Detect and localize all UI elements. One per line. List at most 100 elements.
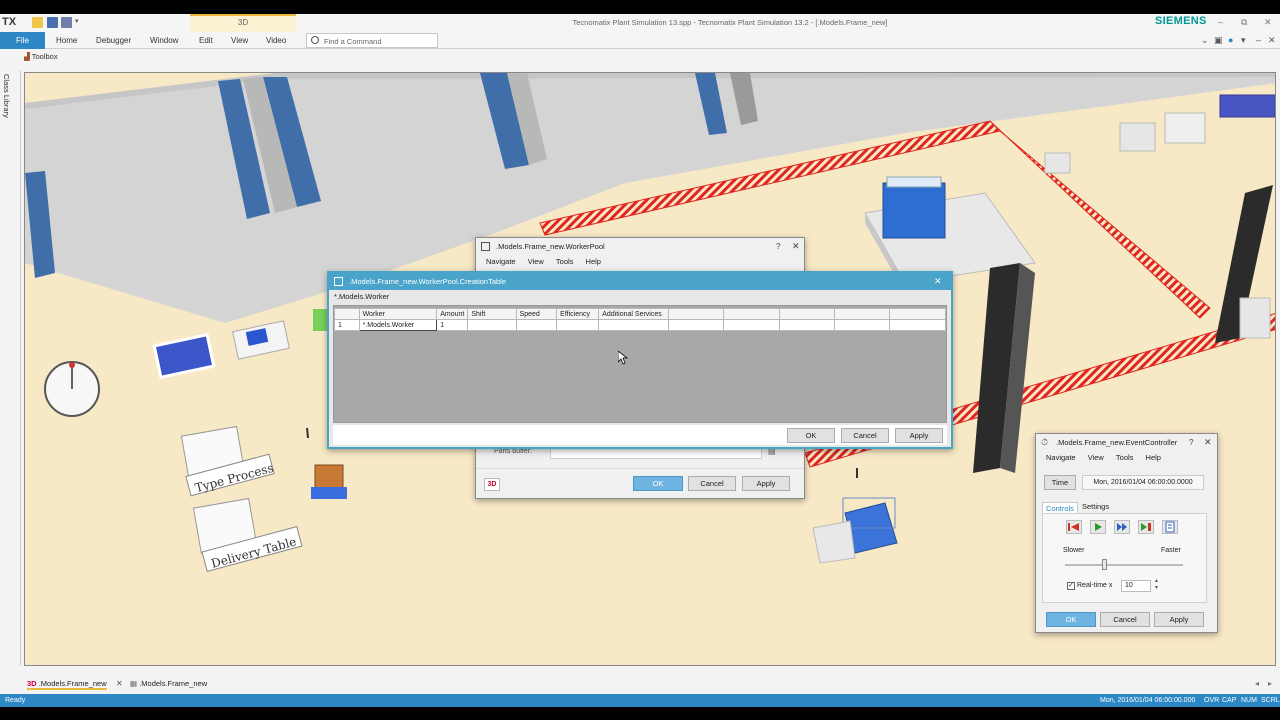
ok-button[interactable]: OK — [1046, 612, 1096, 627]
table-path-field[interactable]: *.Models.Worker — [334, 292, 389, 301]
ok-button[interactable]: OK — [787, 428, 835, 443]
column-header[interactable]: Efficiency — [556, 308, 600, 320]
badge-3d[interactable]: 3D — [484, 478, 500, 491]
creation-table-grid[interactable]: Worker Amount Shift Speed Efficiency Add… — [333, 305, 947, 423]
ribbon-collapse-icon[interactable]: ⌄ — [1201, 35, 1209, 46]
table-cell-efficiency[interactable] — [556, 319, 600, 331]
row-number[interactable]: 1 — [334, 319, 360, 331]
table-cell-worker[interactable]: *.Models.Worker — [358, 319, 438, 331]
menu-view[interactable]: View — [1088, 451, 1104, 465]
help-icon[interactable]: ● — [1228, 35, 1233, 45]
apply-button[interactable]: Apply — [742, 476, 790, 491]
reset-button[interactable] — [1066, 520, 1082, 534]
minimize-icon[interactable]: – — [1218, 17, 1223, 27]
menu-help[interactable]: Help — [586, 255, 601, 269]
column-header[interactable]: Additional Services — [598, 308, 669, 320]
table-cell[interactable] — [667, 319, 725, 331]
tab-edit[interactable]: Edit — [199, 36, 213, 45]
doc-tab-2d[interactable]: ▦ .Models.Frame_new — [130, 678, 207, 690]
open-folder-icon[interactable] — [32, 17, 43, 28]
title-bar: TX ▾ 3D Tecnomatix Plant Simulation 13.s… — [0, 14, 1280, 32]
spinner-icon[interactable]: ▴ ▾ — [1155, 578, 1158, 592]
cancel-button[interactable]: Cancel — [1100, 612, 1150, 627]
column-header[interactable]: Amount — [436, 308, 469, 320]
column-header[interactable] — [667, 308, 725, 320]
menu-tools[interactable]: Tools — [556, 255, 574, 269]
toolbox-button[interactable]: ▟ Toolbox — [24, 52, 58, 68]
cancel-button[interactable]: Cancel — [841, 428, 889, 443]
context-tab-3d[interactable]: 3D — [190, 14, 296, 32]
column-header[interactable] — [778, 308, 836, 320]
table-cell-additional-services[interactable] — [598, 319, 669, 331]
tab-file[interactable]: File — [0, 32, 45, 49]
close-icon[interactable]: ✕ — [1264, 17, 1272, 28]
table-cell-shift[interactable] — [467, 319, 517, 331]
tab-window[interactable]: Window — [150, 36, 178, 45]
table-cell-amount[interactable]: 1 — [436, 319, 469, 331]
column-header[interactable] — [723, 308, 780, 320]
close-icon[interactable]: ✕ — [934, 273, 942, 290]
step-button[interactable] — [1138, 520, 1154, 534]
apply-button[interactable]: Apply — [895, 428, 943, 443]
close-icon[interactable]: ✕ — [116, 679, 123, 688]
column-header[interactable]: Worker — [358, 308, 438, 320]
cancel-button[interactable]: Cancel — [688, 476, 736, 491]
tab-view[interactable]: View — [231, 36, 248, 45]
doc-minimize-icon[interactable]: – — [1256, 35, 1261, 45]
creation-table-title-bar[interactable]: .Models.Frame_new.WorkerPool.CreationTab… — [329, 273, 951, 290]
doc-close-icon[interactable]: ✕ — [1268, 35, 1276, 46]
tab-settings[interactable]: Settings — [1082, 502, 1109, 511]
faster-label: Faster — [1161, 547, 1181, 554]
doc-tab-3d[interactable]: 3D .Models.Frame_new — [27, 678, 107, 690]
quick-access-dropdown-icon[interactable]: ▾ — [75, 17, 79, 25]
restore-icon[interactable]: ⧉ — [1241, 17, 1247, 28]
speed-slider-thumb[interactable] — [1101, 559, 1107, 570]
time-button[interactable]: Time — [1044, 475, 1076, 490]
column-header[interactable]: Shift — [467, 308, 517, 320]
realtime-checkbox[interactable]: ✓ — [1067, 582, 1075, 590]
tab-home[interactable]: Home — [56, 36, 77, 45]
doc-tab-label: .Models.Frame_new — [139, 679, 208, 688]
ribbon-dropdown-icon[interactable]: ▾ — [1241, 35, 1246, 46]
apply-button[interactable]: Apply — [1154, 612, 1204, 627]
help-button[interactable]: ? — [776, 238, 780, 255]
workerpool-title-bar[interactable]: .Models.Frame_new.WorkerPool ? ✕ — [476, 238, 804, 255]
scroll-right-icon[interactable]: ▸ — [1268, 679, 1272, 688]
realtime-factor-input[interactable]: 10 — [1121, 580, 1151, 592]
ribbon-options-icon[interactable]: ▣ — [1214, 35, 1223, 46]
event-list-button[interactable] — [1162, 520, 1178, 534]
table-cell[interactable] — [723, 319, 780, 331]
save-all-icon[interactable] — [61, 17, 72, 28]
column-header[interactable] — [889, 308, 946, 320]
status-scrl: SCRL — [1261, 697, 1280, 704]
menu-tools[interactable]: Tools — [1116, 451, 1134, 465]
scroll-left-icon[interactable]: ◂ — [1255, 679, 1259, 688]
find-command-input[interactable]: Find a Command — [306, 33, 438, 48]
class-library-tab[interactable]: Class Library — [2, 74, 11, 118]
column-header[interactable]: Speed — [515, 308, 558, 320]
close-icon[interactable]: ✕ — [792, 238, 800, 255]
table-cell[interactable] — [889, 319, 946, 331]
menu-navigate[interactable]: Navigate — [1046, 451, 1076, 465]
table-cell-speed[interactable] — [515, 319, 558, 331]
menu-view[interactable]: View — [528, 255, 544, 269]
fast-forward-button[interactable] — [1114, 520, 1130, 534]
column-header[interactable] — [833, 308, 891, 320]
table-cell[interactable] — [778, 319, 836, 331]
table-cell[interactable] — [833, 319, 891, 331]
start-button[interactable] — [1090, 520, 1106, 534]
close-icon[interactable]: ✕ — [1204, 434, 1212, 451]
menu-help[interactable]: Help — [1146, 451, 1161, 465]
tab-debugger[interactable]: Debugger — [96, 36, 131, 45]
app-window: TX ▾ 3D Tecnomatix Plant Simulation 13.s… — [0, 0, 1280, 720]
tab-video[interactable]: Video — [266, 36, 286, 45]
speed-slider-track[interactable] — [1065, 564, 1183, 566]
ok-button[interactable]: OK — [633, 476, 683, 491]
menu-navigate[interactable]: Navigate — [486, 255, 516, 269]
table-row: 1 *.Models.Worker 1 — [334, 319, 946, 331]
time-field: Mon, 2016/01/04 06:00:00.0000 — [1082, 475, 1204, 490]
save-icon[interactable] — [47, 17, 58, 28]
help-button[interactable]: ? — [1189, 434, 1193, 451]
table-corner[interactable] — [334, 308, 360, 320]
event-controller-title-bar[interactable]: ⏱ .Models.Frame_new.EventController ? ✕ — [1036, 434, 1217, 451]
